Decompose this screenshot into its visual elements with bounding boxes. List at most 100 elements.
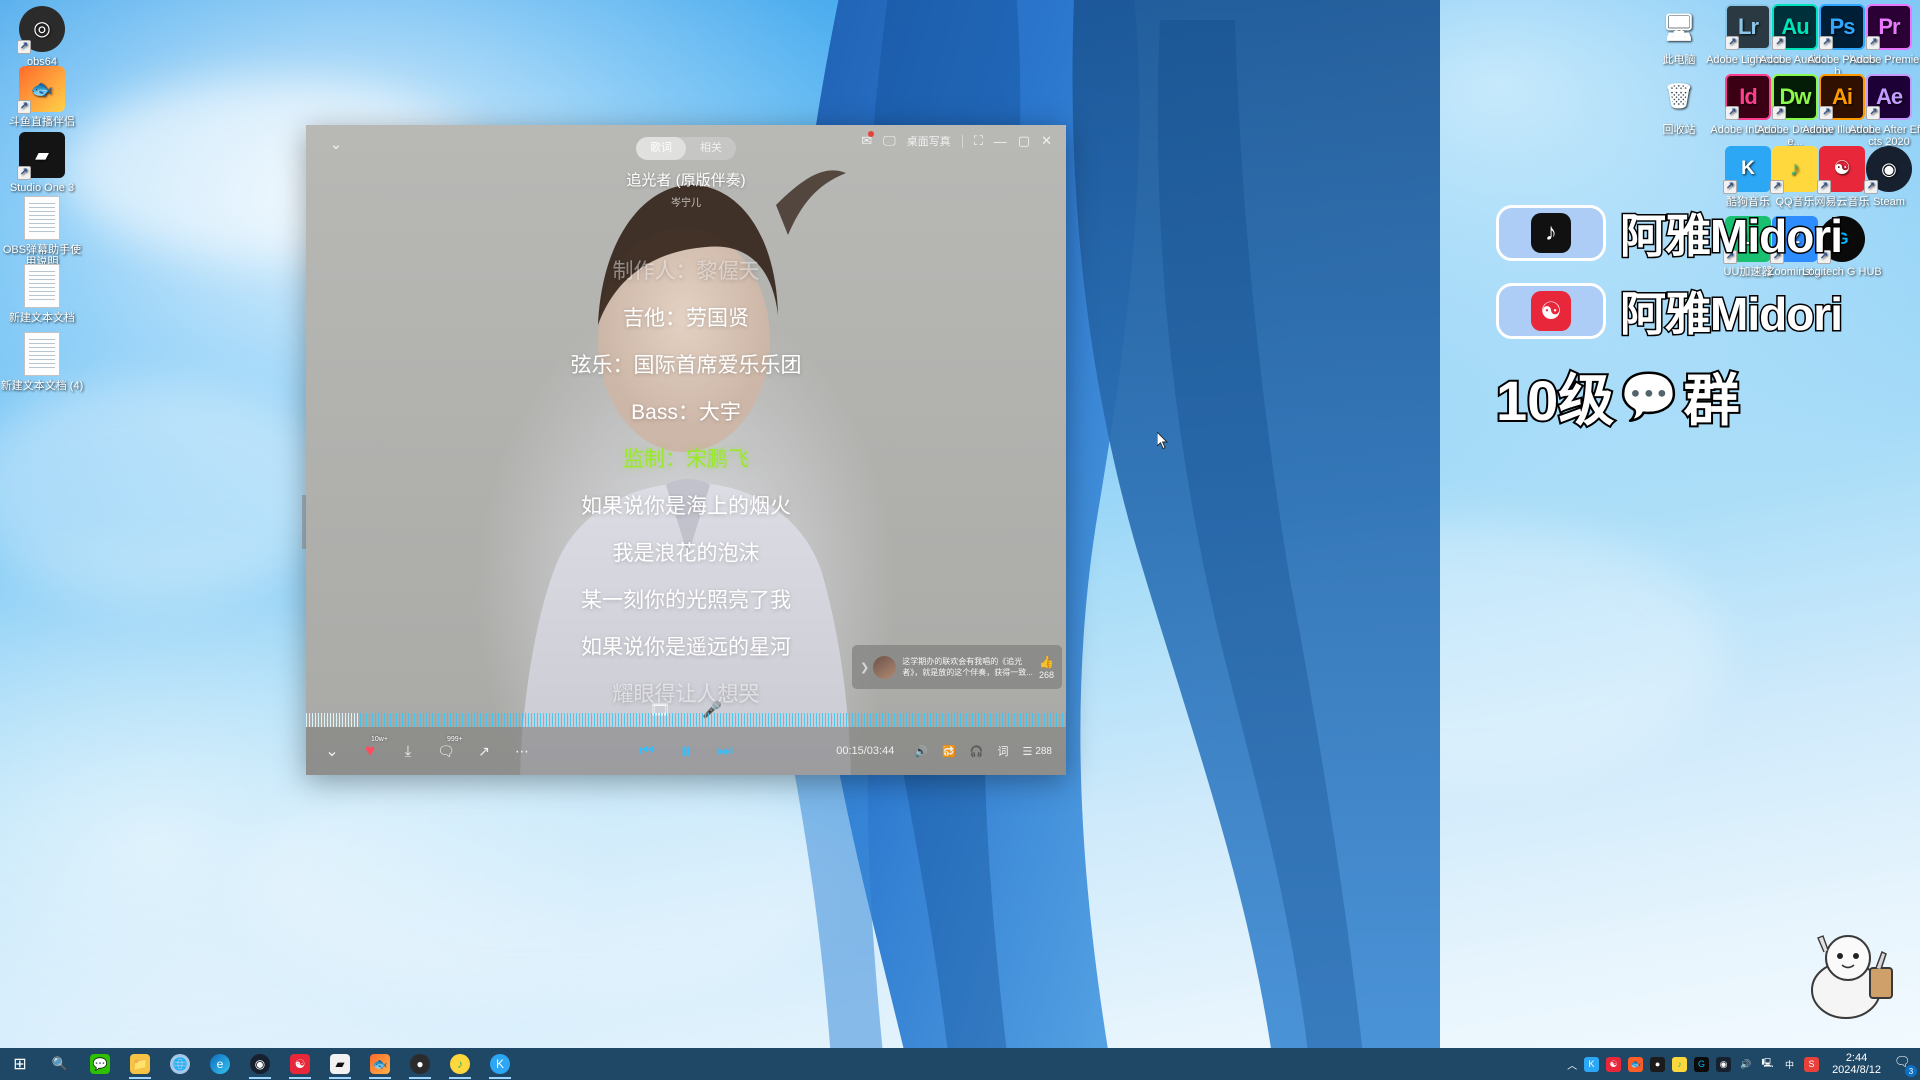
more-button[interactable]: ⋯ bbox=[512, 741, 532, 761]
chevron-down-icon: ⌄ bbox=[325, 743, 339, 760]
share-button[interactable]: ↗ bbox=[474, 741, 494, 761]
taskbar-file-explorer[interactable]: 📁 bbox=[120, 1048, 160, 1080]
clock[interactable]: 2:44 2024/8/12 bbox=[1832, 1052, 1881, 1076]
pause-button[interactable]: ⏸ bbox=[680, 738, 691, 764]
search-button[interactable]: 🔍 bbox=[40, 1048, 80, 1080]
taskbar-edge[interactable]: e bbox=[200, 1048, 240, 1080]
desktop-icon-studio-one-3[interactable]: ▰ ↗ Studio One 3 bbox=[0, 132, 84, 194]
close-icon[interactable]: ✕ bbox=[1041, 133, 1052, 149]
minimize-icon[interactable]: — bbox=[994, 134, 1007, 149]
folder-icon: 📁 bbox=[130, 1054, 150, 1074]
douyu-tray-icon[interactable]: 🐟 bbox=[1628, 1056, 1644, 1072]
lyric-line: 弦乐：国际首席爱乐乐团 bbox=[570, 354, 802, 377]
taskbar-browser[interactable]: 🌐 bbox=[160, 1048, 200, 1080]
volume-tray-icon[interactable]: 🔊 bbox=[1738, 1057, 1753, 1072]
desktop-icon-douyu-live[interactable]: 🐟 ↗ 斗鱼直播伴侣 bbox=[0, 66, 84, 128]
headphones-button[interactable]: 🎧 bbox=[970, 745, 984, 758]
lyrics-toggle-button[interactable]: 词 bbox=[997, 743, 1008, 759]
desktop-icon-adobe-premiere[interactable]: Pr ↗ Adobe Premie... bbox=[1847, 4, 1920, 66]
studio-one-logo-icon: ▰ bbox=[35, 145, 49, 165]
fish-icon: 🐟 bbox=[30, 79, 54, 99]
like-button[interactable]: ♥ 10w+ bbox=[360, 736, 388, 761]
thumbs-up-icon: 👍 bbox=[1039, 654, 1054, 669]
download-button[interactable]: ⤓ bbox=[398, 741, 418, 761]
message-button[interactable]: ✉ bbox=[861, 131, 875, 149]
steam-tray-icon[interactable]: ◉ bbox=[1716, 1056, 1732, 1072]
like-count-badge: 10w+ bbox=[371, 736, 388, 743]
monitor-icon: 🖥 bbox=[1662, 12, 1696, 42]
lyric-line: 如果说你是海上的烟火 bbox=[581, 495, 791, 518]
playlist-button[interactable]: ☰ 288 bbox=[1022, 745, 1052, 758]
obs-tray-icon[interactable]: ● bbox=[1650, 1056, 1666, 1072]
player-chrome: ⌄ 歌词 相关 ✉ 🖵 桌面写真 ⛶ — ▢ ✕ 追光者 (原版伴奏) 岑宁儿 … bbox=[306, 125, 1066, 775]
search-icon: 🔍 bbox=[51, 1056, 69, 1071]
overlay-handle-text: 阿雅Midori bbox=[1619, 287, 1845, 342]
desktop-pet[interactable] bbox=[1784, 928, 1904, 1024]
netease-tray-icon[interactable]: ☯ bbox=[1606, 1056, 1622, 1072]
shortcut-arrow-icon: ↗ bbox=[17, 166, 31, 180]
overlay-pill: ☯ bbox=[1496, 283, 1606, 339]
desktop-icon-text-doc-3[interactable]: 新建文本文档 (4) bbox=[0, 332, 84, 392]
taskbar-obs[interactable]: ● bbox=[400, 1048, 440, 1080]
ime-tray-icon[interactable]: 中 bbox=[1782, 1057, 1797, 1072]
comment-button[interactable]: 🗨 999+ bbox=[436, 736, 463, 761]
logitech-tray-icon[interactable]: G bbox=[1694, 1056, 1710, 1072]
chevron-right-icon[interactable]: ❯ bbox=[860, 661, 869, 674]
desktop-icon-label: 新建文本文档 (4) bbox=[0, 380, 84, 392]
control-right-group: 00:15/03:44 🔊 🔂 🎧 词 ☰ 288 bbox=[836, 743, 1052, 759]
shortcut-arrow-icon: ↗ bbox=[1819, 36, 1833, 50]
more-icon: ⋯ bbox=[515, 742, 529, 759]
collapse-player-button[interactable]: ⌄ bbox=[324, 133, 348, 157]
start-button[interactable]: ⊞ bbox=[0, 1048, 40, 1080]
previous-button[interactable]: ⏮ bbox=[639, 741, 654, 761]
taskbar-steam[interactable]: ◉ bbox=[240, 1048, 280, 1080]
taskbar-douyu[interactable]: 🐟 bbox=[360, 1048, 400, 1080]
lyric-line-active: 监制：宋鹏飞 bbox=[623, 448, 749, 471]
comment-text: 这学期办的联欢会有我唱的《追光者》，就是放的这个伴奏，获得一致... bbox=[902, 657, 1033, 677]
desktop-icon-obs64[interactable]: ◎ ↗ obs64 bbox=[0, 6, 84, 68]
taskbar-qq-music[interactable]: ♪ bbox=[440, 1048, 480, 1080]
lyric-line: 制作人：黎偓天 bbox=[612, 260, 760, 283]
tab-related[interactable]: 相关 bbox=[686, 137, 736, 160]
kugou-tray-icon[interactable]: K bbox=[1584, 1056, 1600, 1072]
progress-bar[interactable] bbox=[306, 711, 1066, 727]
studio-one-icon: ▰ bbox=[330, 1054, 350, 1074]
taskbar-studio-one[interactable]: ▰ bbox=[320, 1048, 360, 1080]
desktop-icon-text-doc-1[interactable]: OBS弹幕助手使用说明 bbox=[0, 196, 84, 268]
taskbar-kugou[interactable]: K bbox=[480, 1048, 520, 1080]
tab-lyrics[interactable]: 歌词 bbox=[636, 137, 686, 160]
chevron-up-icon[interactable]: ︿ bbox=[1567, 1057, 1577, 1072]
player-control-bar: ⌄ ♥ 10w+ ⤓ 🗨 999+ ↗ ⋯ ⏮ ⏸ ⏭ 00:15/03:44 … bbox=[306, 727, 1066, 775]
document-icon bbox=[24, 332, 60, 376]
desktop-icon-text-doc-2[interactable]: 新建文本文档 bbox=[0, 264, 84, 324]
song-header: 追光者 (原版伴奏) 岑宁儿 bbox=[306, 169, 1066, 209]
desktop-photo-button[interactable]: 桌面写真 bbox=[907, 133, 951, 149]
desktop-icon-adobe-after-effects[interactable]: Ae ↗ Adobe After Effects 2020 bbox=[1847, 74, 1920, 148]
network-tray-icon[interactable]: 🖳 bbox=[1760, 1057, 1775, 1072]
desktop-icon-label: Studio One 3 bbox=[9, 182, 75, 194]
qq-music-tray-icon[interactable]: ♪ bbox=[1672, 1056, 1688, 1072]
comment-count-badge: 999+ bbox=[447, 736, 463, 743]
hot-comment-bubble[interactable]: ❯ 这学期办的联欢会有我唱的《追光者》，就是放的这个伴奏，获得一致... 👍 2… bbox=[852, 645, 1062, 689]
maximize-icon[interactable]: ▢ bbox=[1018, 133, 1030, 149]
taskbar-netease-music[interactable]: ☯ bbox=[280, 1048, 320, 1080]
clock-time: 2:44 bbox=[1845, 1052, 1868, 1064]
next-button[interactable]: ⏭ bbox=[718, 741, 733, 761]
desktop-icon-steam[interactable]: ◉ ↗ Steam bbox=[1847, 146, 1920, 208]
lyric-line: 我是浪花的泡沫 bbox=[612, 542, 760, 565]
netease-icon: ☯ bbox=[1531, 291, 1571, 331]
notification-count-badge: 3 bbox=[1905, 1065, 1917, 1077]
playback-controls: ⏮ ⏸ ⏭ bbox=[639, 738, 733, 764]
waveform-track bbox=[306, 713, 1066, 727]
expand-icon[interactable]: ⛶ bbox=[974, 133, 983, 149]
collapse-lyrics-button[interactable]: ⌄ bbox=[322, 741, 342, 761]
wechat-icon: 💬 bbox=[90, 1054, 110, 1074]
taskbar-wechat[interactable]: 💬 bbox=[80, 1048, 120, 1080]
globe-icon: 🌐 bbox=[170, 1054, 190, 1074]
comment-like-button[interactable]: 👍 268 bbox=[1039, 655, 1054, 680]
song-artist: 岑宁儿 bbox=[671, 198, 701, 209]
notification-center-button[interactable]: 🗨 3 bbox=[1894, 1054, 1917, 1077]
repeat-one-button[interactable]: 🔂 bbox=[942, 745, 956, 758]
volume-button[interactable]: 🔊 bbox=[914, 745, 928, 758]
sogou-tray-icon[interactable]: S bbox=[1804, 1056, 1820, 1072]
